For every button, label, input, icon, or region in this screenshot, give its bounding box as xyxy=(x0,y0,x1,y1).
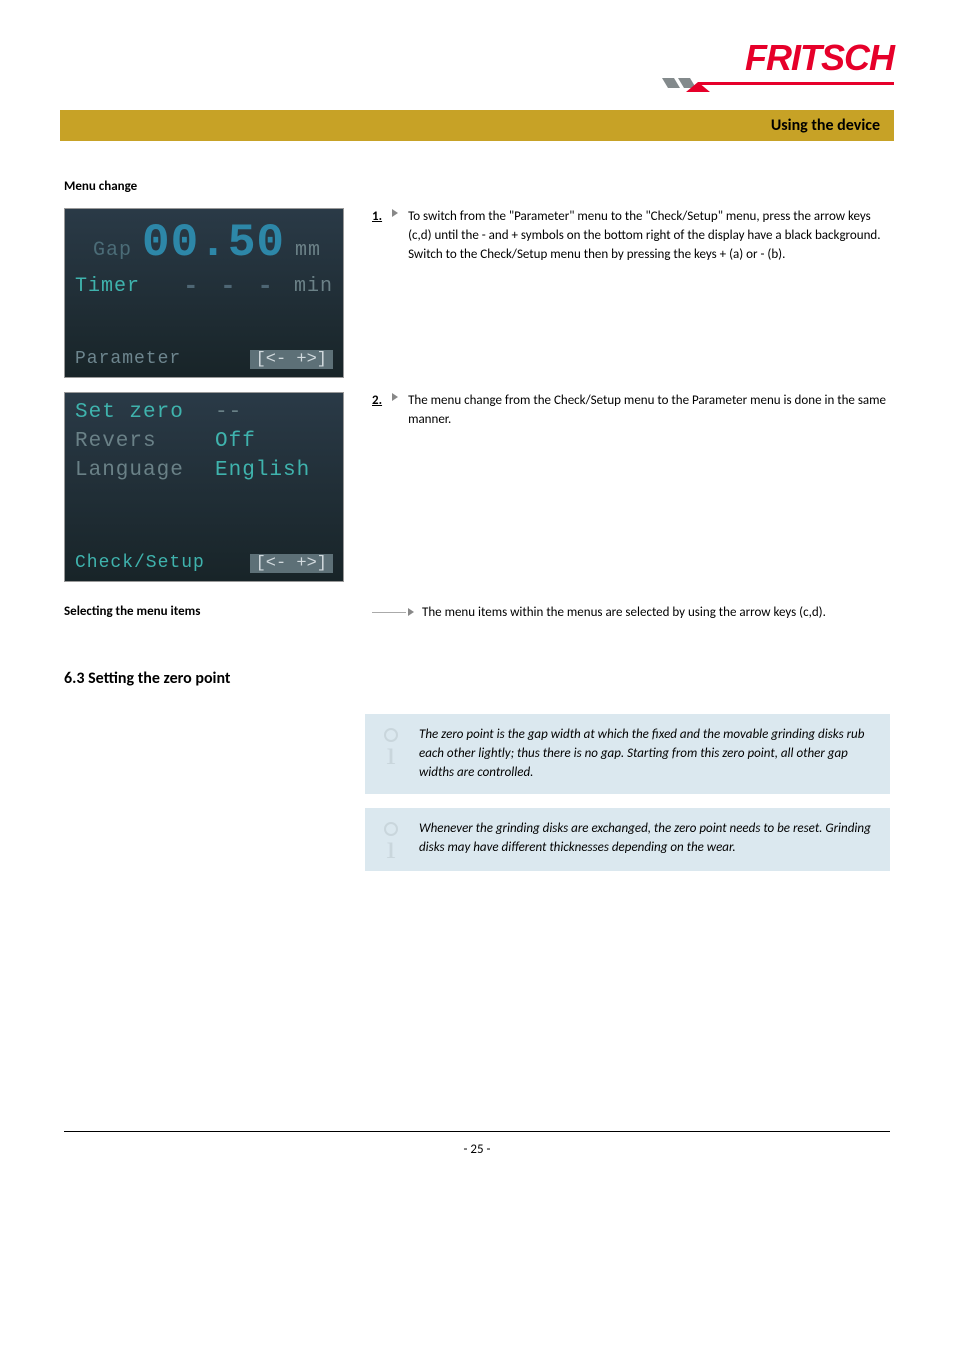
selecting-row: Selecting the menu items The menu items … xyxy=(64,604,890,623)
lcd1-status-name: Parameter xyxy=(75,349,181,369)
arrow-right-icon xyxy=(392,209,398,217)
step1-text: To switch from the "Parameter" menu to t… xyxy=(408,208,890,265)
arrow-right-icon xyxy=(392,393,398,401)
info1-text: The zero point is the gap width at which… xyxy=(419,726,874,783)
language-label: Language xyxy=(75,459,191,482)
info-icon: ı xyxy=(377,820,405,858)
content: Menu change Gap 00.50 mm Timer - - - min xyxy=(60,179,894,1157)
step1-col: 1. To switch from the "Parameter" menu t… xyxy=(372,208,890,392)
gap-value: 00.50 xyxy=(142,217,285,269)
info2-text: Whenever the grinding disks are exchange… xyxy=(419,820,874,858)
gap-unit: mm xyxy=(295,239,321,262)
lcd1-status-arrows: [<- +>] xyxy=(250,350,333,369)
lcd2-wrap: Set zero -- Revers Off Language English … xyxy=(64,392,344,596)
long-arrow-icon xyxy=(372,608,414,616)
gap-label: Gap xyxy=(93,239,132,262)
lcd-check-setup: Set zero -- Revers Off Language English … xyxy=(64,392,344,582)
step2-col: 2. The menu change from the Check/Setup … xyxy=(372,392,890,596)
selecting-text: The menu items within the menus are sele… xyxy=(422,604,826,623)
logo-text: FRITSCH xyxy=(745,40,894,76)
step1-num: 1. xyxy=(372,208,382,265)
row-1: Gap 00.50 mm Timer - - - min Parameter [… xyxy=(64,208,890,392)
lcd2-status-arrows: [<- +>] xyxy=(250,554,333,573)
revers-value: Off xyxy=(215,430,256,453)
logo-row: FRITSCH xyxy=(60,0,894,110)
info-box-1: ı The zero point is the gap width at whi… xyxy=(365,714,890,795)
lcd-parameter: Gap 00.50 mm Timer - - - min Parameter [… xyxy=(64,208,344,378)
selecting-text-wrap: The menu items within the menus are sele… xyxy=(372,604,890,623)
title-bar: Using the device xyxy=(60,110,894,141)
setzero-label: Set zero xyxy=(75,401,191,424)
setzero-value: -- xyxy=(215,401,242,424)
lcd2-status-name: Check/Setup xyxy=(75,553,205,573)
logo: FRITSCH xyxy=(662,40,894,92)
menu-change-heading: Menu change xyxy=(64,179,890,194)
logo-underline-icon xyxy=(662,78,894,92)
footer: - 25 - xyxy=(64,1131,890,1157)
info-icon: ı xyxy=(377,726,405,764)
step2-text: The menu change from the Check/Setup men… xyxy=(408,392,890,430)
lcd1-wrap: Gap 00.50 mm Timer - - - min Parameter [… xyxy=(64,208,344,392)
language-value: English xyxy=(215,459,310,482)
selecting-label: Selecting the menu items xyxy=(64,604,344,623)
timer-value: - - - xyxy=(183,271,276,301)
timer-unit: min xyxy=(294,275,333,298)
revers-label: Revers xyxy=(75,430,191,453)
row-2: Set zero -- Revers Off Language English … xyxy=(64,392,890,596)
info-box-2: ı Whenever the grinding disks are exchan… xyxy=(365,808,890,870)
timer-label: Timer xyxy=(75,275,140,298)
step2-num: 2. xyxy=(372,392,382,430)
section-heading: 6.3 Setting the zero point xyxy=(64,669,890,688)
page: FRITSCH Using the device Menu change Gap… xyxy=(0,0,954,1187)
